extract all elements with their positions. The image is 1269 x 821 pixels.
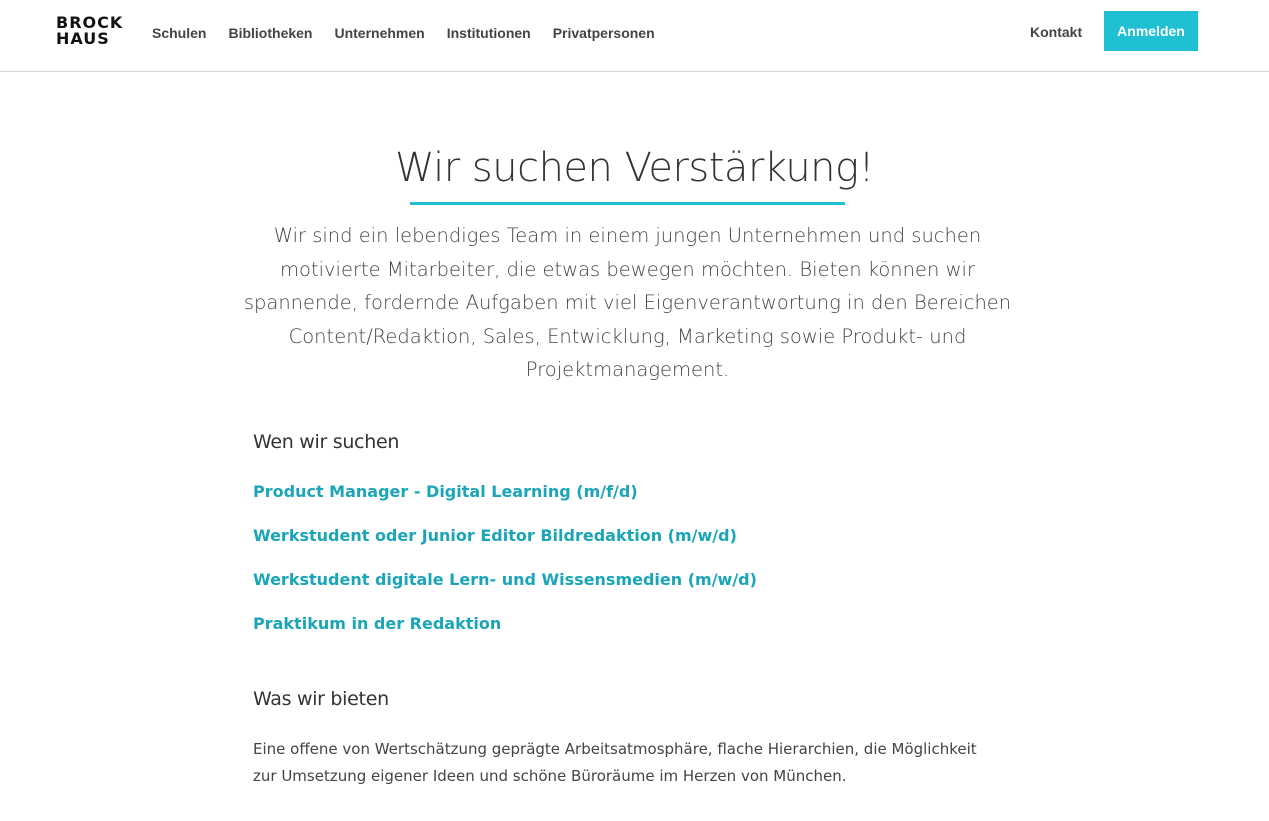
brockhaus-logo[interactable]: BROCK HAUS bbox=[56, 15, 123, 47]
main-nav-list: Schulen Bibliotheken Unternehmen Institu… bbox=[152, 24, 677, 42]
page-title: Wir suchen Verstärkung! bbox=[394, 145, 875, 191]
login-button[interactable]: Anmelden bbox=[1104, 11, 1198, 51]
offer-heading: Was wir bieten bbox=[253, 688, 389, 710]
job-list-item: Praktikum in der Redaktion bbox=[253, 612, 757, 656]
nav-item-unternehmen[interactable]: Unternehmen bbox=[334, 24, 424, 42]
nav-item-privatpersonen[interactable]: Privatpersonen bbox=[553, 24, 655, 42]
title-underline bbox=[410, 202, 845, 205]
site-header: BROCK HAUS Schulen Bibliotheken Unterneh… bbox=[0, 0, 1269, 72]
nav-item-schulen[interactable]: Schulen bbox=[152, 24, 206, 42]
job-list-item: Werkstudent digitale Lern- und Wissensme… bbox=[253, 568, 757, 612]
intro-text: Wir sind ein lebendiges Team in einem ju… bbox=[243, 224, 1012, 382]
job-list-item: Product Manager - Digital Learning (m/f/… bbox=[253, 480, 757, 524]
jobs-heading: Wen wir suchen bbox=[253, 431, 400, 453]
nav-item-institutionen[interactable]: Institutionen bbox=[447, 24, 531, 42]
offer-text: Eine offene von Wertschätzung geprägte A… bbox=[253, 740, 977, 785]
logo-line-2: HAUS bbox=[56, 29, 110, 48]
contact-link[interactable]: Kontakt bbox=[1030, 23, 1082, 41]
job-link-lernmedien[interactable]: Werkstudent digitale Lern- und Wissensme… bbox=[253, 570, 757, 589]
job-list-item: Werkstudent oder Junior Editor Bildredak… bbox=[253, 524, 757, 568]
job-link-product-manager[interactable]: Product Manager - Digital Learning (m/f/… bbox=[253, 482, 638, 501]
job-list: Product Manager - Digital Learning (m/f/… bbox=[253, 480, 757, 656]
nav-item-bibliotheken[interactable]: Bibliotheken bbox=[228, 24, 312, 42]
job-link-bildredaktion[interactable]: Werkstudent oder Junior Editor Bildredak… bbox=[253, 526, 737, 545]
job-link-praktikum[interactable]: Praktikum in der Redaktion bbox=[253, 614, 501, 633]
